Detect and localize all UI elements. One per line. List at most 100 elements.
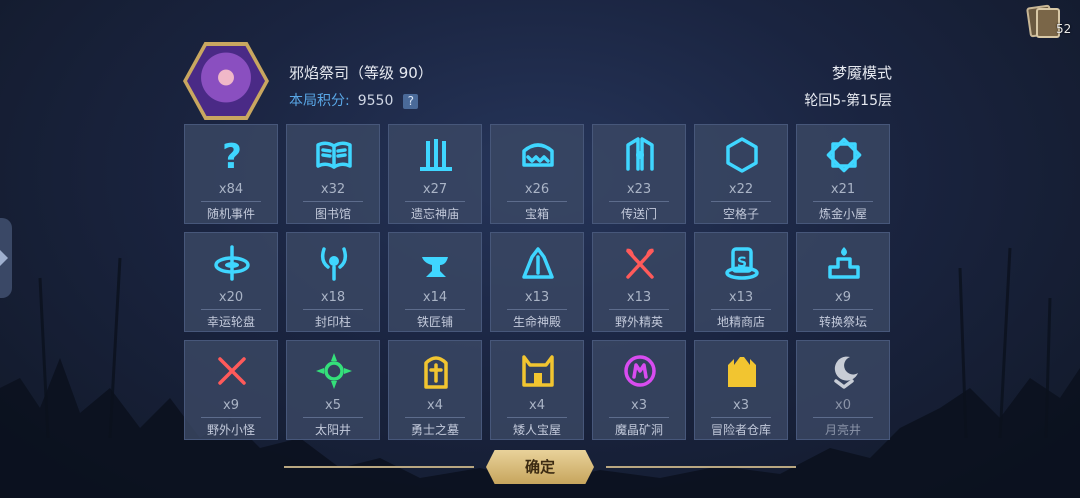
cycle-floor: 轮回5-第15层 bbox=[804, 93, 892, 109]
confirm-button[interactable]: 确定 bbox=[486, 450, 594, 484]
tile-count: x21 bbox=[830, 182, 856, 197]
tile-divider bbox=[711, 417, 771, 418]
tile-divider bbox=[201, 201, 261, 202]
seal-pillar-icon bbox=[320, 247, 348, 281]
divider-left bbox=[284, 466, 474, 468]
tile-count: x23 bbox=[626, 182, 652, 197]
tile-name: 幸运轮盘 bbox=[206, 315, 255, 329]
tile-name: 地精商店 bbox=[716, 315, 765, 329]
tile-lucky-wheel[interactable]: x20 幸运轮盘 bbox=[184, 232, 278, 332]
tile-dwarf-vault[interactable]: x4 矮人宝屋 bbox=[490, 340, 584, 440]
tile-name: 炼金小屋 bbox=[818, 207, 867, 221]
tile-count: x20 bbox=[218, 290, 244, 305]
tile-sun-well[interactable]: x5 太阳井 bbox=[286, 340, 380, 440]
sun-well-icon bbox=[316, 353, 352, 389]
tile-divider bbox=[507, 201, 567, 202]
tile-name: 遗忘神庙 bbox=[410, 207, 459, 221]
tile-divider bbox=[201, 417, 261, 418]
tile-count: x13 bbox=[626, 290, 652, 305]
tile-name: 魔晶矿洞 bbox=[614, 423, 663, 437]
character-name: 邪焰祭司（等级 90） bbox=[289, 64, 433, 82]
tile-divider bbox=[711, 309, 771, 310]
tile-count: x4 bbox=[427, 398, 443, 413]
tile-count: x3 bbox=[733, 398, 749, 413]
tile-divider bbox=[609, 201, 669, 202]
character-avatar bbox=[183, 42, 269, 120]
tile-name: 野外精英 bbox=[614, 315, 663, 329]
tile-divider bbox=[303, 417, 363, 418]
tile-divider bbox=[609, 417, 669, 418]
tile-altar[interactable]: x9 转换祭坛 bbox=[796, 232, 890, 332]
tile-warehouse[interactable]: x3 冒险者仓库 bbox=[694, 340, 788, 440]
tile-name: 封印柱 bbox=[314, 315, 351, 329]
tile-divider bbox=[813, 417, 873, 418]
tile-count: x4 bbox=[529, 398, 545, 413]
tile-count: x14 bbox=[422, 290, 448, 305]
card-deck-button[interactable]: 52 bbox=[1026, 4, 1074, 40]
tile-divider bbox=[201, 309, 261, 310]
treasure-chest-icon bbox=[522, 143, 554, 167]
tile-seal-pillar[interactable]: x18 封印柱 bbox=[286, 232, 380, 332]
tile-name: 宝箱 bbox=[524, 207, 549, 221]
event-tile-grid: ? x84 随机事件 x32 图书馆 x27 遗忘神庙 x26 宝箱 x23 传送门 x22 空格子 x2… bbox=[184, 124, 890, 440]
tile-divider bbox=[711, 201, 771, 202]
tile-name: 勇士之墓 bbox=[410, 423, 459, 437]
tile-divider bbox=[507, 417, 567, 418]
tile-divider bbox=[303, 201, 363, 202]
tile-divider bbox=[609, 309, 669, 310]
tile-anvil[interactable]: x14 铁匠铺 bbox=[388, 232, 482, 332]
tile-question-mark[interactable]: ? x84 随机事件 bbox=[184, 124, 278, 224]
tile-name: 冒险者仓库 bbox=[710, 423, 771, 437]
tile-name: 图书馆 bbox=[314, 207, 351, 221]
crossed-axes-icon bbox=[626, 248, 654, 279]
tile-count: x3 bbox=[631, 398, 647, 413]
score-row: 本局积分: 9550? bbox=[289, 90, 419, 110]
tile-hexagon[interactable]: x22 空格子 bbox=[694, 124, 788, 224]
tile-divider bbox=[405, 309, 465, 310]
tile-crystal-mine[interactable]: x3 魔晶矿洞 bbox=[592, 340, 686, 440]
tile-count: x22 bbox=[728, 182, 754, 197]
tile-divider bbox=[507, 309, 567, 310]
tile-name: 转换祭坛 bbox=[818, 315, 867, 329]
svg-text:S: S bbox=[737, 255, 747, 271]
tile-count: x5 bbox=[325, 398, 341, 413]
tile-alchemy-diamond[interactable]: x21 炼金小屋 bbox=[796, 124, 890, 224]
portal-icon bbox=[626, 137, 654, 171]
question-mark-icon: ? bbox=[222, 137, 242, 175]
life-shrine-icon bbox=[522, 247, 554, 279]
tile-goblin-shop[interactable]: Sx13 地精商店 bbox=[694, 232, 788, 332]
tile-moon-well[interactable]: x0 月亮井 bbox=[796, 340, 890, 440]
tile-divider bbox=[813, 201, 873, 202]
warehouse-icon bbox=[728, 357, 756, 387]
tile-life-shrine[interactable]: x13 生命神殿 bbox=[490, 232, 584, 332]
side-panel-toggle[interactable] bbox=[0, 218, 12, 298]
tile-count: x26 bbox=[524, 182, 550, 197]
divider-right bbox=[606, 466, 796, 468]
tile-name: 铁匠铺 bbox=[416, 315, 453, 329]
tile-count: x0 bbox=[835, 398, 851, 413]
help-icon[interactable]: ? bbox=[403, 93, 419, 109]
tile-divider bbox=[405, 201, 465, 202]
tile-name: 传送门 bbox=[620, 207, 657, 221]
crossed-swords-icon bbox=[218, 357, 246, 385]
score-label: 本局积分: bbox=[289, 93, 350, 109]
dwarf-vault-icon bbox=[522, 355, 554, 387]
tile-tomb[interactable]: x4 勇士之墓 bbox=[388, 340, 482, 440]
temple-pillars-icon bbox=[420, 139, 452, 171]
tile-crossed-swords[interactable]: x9 野外小怪 bbox=[184, 340, 278, 440]
tile-name: 矮人宝屋 bbox=[512, 423, 561, 437]
open-book-icon bbox=[316, 141, 352, 169]
tile-open-book[interactable]: x32 图书馆 bbox=[286, 124, 380, 224]
tile-name: 月亮井 bbox=[824, 423, 861, 437]
tile-portal[interactable]: x23 传送门 bbox=[592, 124, 686, 224]
hexagon-icon bbox=[726, 137, 758, 173]
tile-temple-pillars[interactable]: x27 遗忘神庙 bbox=[388, 124, 482, 224]
tile-name: 随机事件 bbox=[206, 207, 255, 221]
tile-count: x9 bbox=[223, 398, 239, 413]
tile-name: 空格子 bbox=[722, 207, 759, 221]
game-mode: 梦魇模式 bbox=[831, 64, 892, 82]
tile-crossed-axes[interactable]: x13 野外精英 bbox=[592, 232, 686, 332]
chevron-right-icon bbox=[0, 250, 8, 266]
tile-divider bbox=[405, 417, 465, 418]
tile-treasure-chest[interactable]: x26 宝箱 bbox=[490, 124, 584, 224]
